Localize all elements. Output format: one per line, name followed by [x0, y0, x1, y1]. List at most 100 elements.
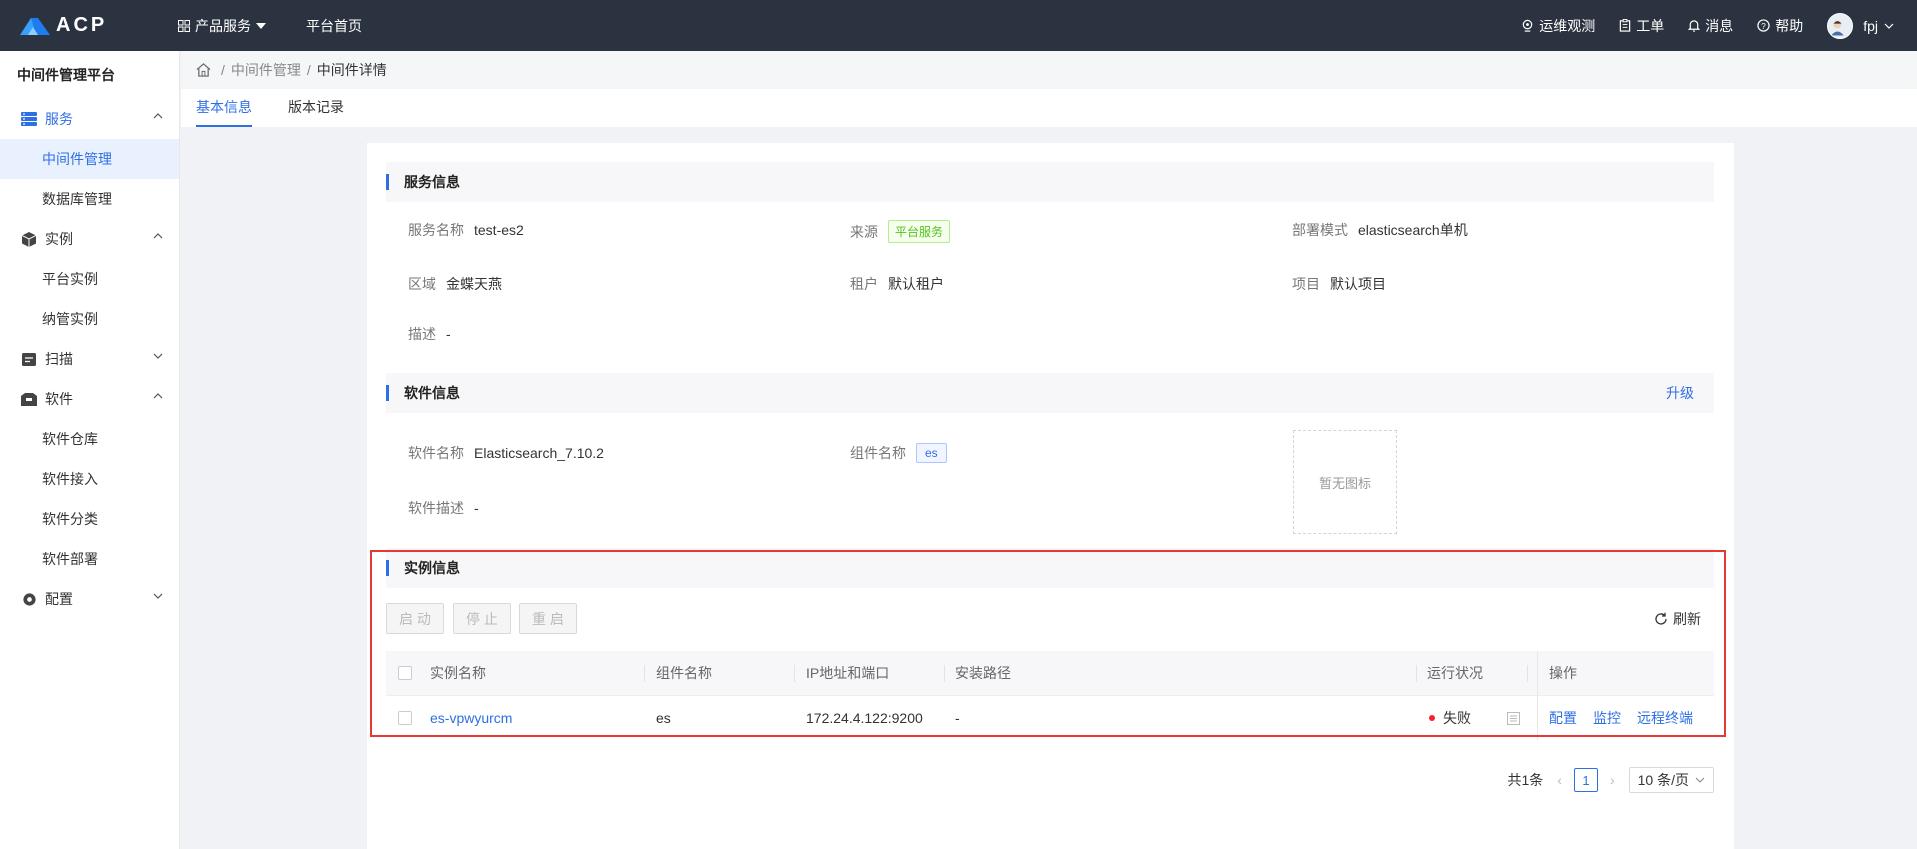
platform-home-link[interactable]: 平台首页: [306, 16, 362, 36]
username: fpj: [1863, 17, 1878, 34]
platform-home-label: 平台首页: [306, 17, 362, 34]
acp-logo-icon: [20, 17, 50, 35]
software-description-field: 软件描述 -: [408, 498, 479, 518]
product-services-menu[interactable]: 产品服务: [178, 16, 266, 36]
detail-tabs: 基本信息 版本记录: [181, 89, 1917, 127]
sidebar-group-label: 服务: [45, 111, 73, 127]
home-icon[interactable]: [196, 63, 211, 77]
project-field: 项目 默认项目: [1292, 274, 1386, 294]
section-accent-bar: [386, 174, 389, 190]
breadcrumb-separator: /: [306, 62, 311, 78]
component-tag: es: [916, 443, 947, 463]
field-value: -: [474, 500, 479, 516]
chevron-down-icon: [1695, 777, 1705, 783]
bell-icon: [1688, 20, 1701, 32]
detail-card: 服务信息 服务名称 test-es2 来源 平台服务 部署模式 elastics…: [367, 143, 1734, 849]
software-icon-placeholder: 暂无图标: [1293, 430, 1397, 534]
field-value: Elasticsearch_7.10.2: [474, 445, 604, 461]
sidebar-item-database[interactable]: 数据库管理: [0, 179, 179, 219]
field-label: 区域: [408, 276, 436, 292]
software-info-title: 软件信息: [404, 385, 460, 401]
help-icon: ?: [1757, 19, 1770, 32]
sidebar-item-software-access[interactable]: 软件接入: [0, 459, 179, 499]
sidebar-item-software-category[interactable]: 软件分类: [0, 499, 179, 539]
messages-link[interactable]: 消息: [1688, 16, 1733, 36]
next-page-icon[interactable]: ›: [1610, 772, 1615, 788]
chevron-up-icon: [153, 233, 163, 239]
help-link[interactable]: ? 帮助: [1757, 16, 1803, 36]
sidebar-group-instance[interactable]: 实例: [0, 219, 179, 259]
breadcrumb: / 中间件管理 / 中间件详情: [181, 51, 1917, 89]
scan-icon: [20, 350, 38, 368]
software-info-header: 软件信息 升级: [386, 373, 1714, 413]
prev-page-icon[interactable]: ‹: [1557, 772, 1562, 788]
chevron-up-icon: [153, 393, 163, 399]
breadcrumb-current: 中间件详情: [316, 62, 387, 78]
svg-text:?: ?: [1761, 21, 1766, 31]
sidebar-group-software[interactable]: 软件: [0, 379, 179, 419]
sidebar-group-label: 配置: [45, 591, 73, 607]
page-size-label: 10 条/页: [1637, 772, 1689, 788]
messages-label: 消息: [1705, 17, 1734, 34]
page-1-button[interactable]: 1: [1573, 768, 1598, 792]
sidebar-group-config[interactable]: 配置: [0, 579, 179, 619]
sidebar-group-scan[interactable]: 扫描: [0, 339, 179, 379]
chevron-up-icon: [153, 113, 163, 119]
breadcrumb-parent[interactable]: 中间件管理: [231, 60, 301, 80]
product-services-label: 产品服务: [195, 17, 251, 34]
sidebar-item-software-deploy[interactable]: 软件部署: [0, 539, 179, 579]
field-label: 描述: [408, 326, 436, 342]
deploy-mode-field: 部署模式 elasticsearch单机: [1292, 220, 1468, 240]
ticket-label: 工单: [1636, 17, 1665, 34]
service-info-title: 服务信息: [404, 174, 460, 190]
field-label: 来源: [850, 223, 878, 240]
page-size-select[interactable]: 10 条/页: [1628, 767, 1714, 793]
sidebar-group-label: 实例: [45, 231, 73, 247]
component-name-field: 组件名称 es: [850, 443, 947, 463]
grid-icon: [178, 19, 190, 32]
sidebar-group-service[interactable]: 服务: [0, 99, 179, 139]
source-field: 来源 平台服务: [850, 220, 951, 243]
acp-logo[interactable]: ACP: [20, 14, 156, 37]
service-info-header: 服务信息: [386, 162, 1714, 202]
sidebar-item-platform-instance[interactable]: 平台实例: [0, 259, 179, 299]
tenant-field: 租户 默认租户: [850, 274, 944, 294]
top-navbar: ACP 产品服务 平台首页 运维观测 工单 消息 ? 帮助 fpj: [0, 0, 1917, 51]
server-icon: [20, 110, 38, 128]
package-icon: [20, 390, 38, 408]
clipboard-icon: [1619, 19, 1631, 32]
software-name-field: 软件名称 Elasticsearch_7.10.2: [408, 443, 604, 463]
ops-observe-link[interactable]: 运维观测: [1521, 16, 1595, 36]
ops-observe-label: 运维观测: [1539, 17, 1596, 34]
sidebar-group-label: 扫描: [45, 351, 73, 367]
description-field: 描述 -: [408, 324, 451, 344]
user-menu[interactable]: fpj: [1827, 12, 1899, 39]
sidebar-item-middleware[interactable]: 中间件管理: [0, 139, 179, 179]
breadcrumb-separator: /: [221, 62, 225, 78]
field-value: 默认租户: [888, 276, 944, 292]
sidebar-item-managed-instance[interactable]: 纳管实例: [0, 299, 179, 339]
gear-icon: [20, 590, 38, 608]
avatar: [1827, 12, 1854, 39]
sidebar-title: 中间件管理平台: [17, 67, 115, 83]
field-label: 服务名称: [408, 222, 464, 238]
region-field: 区域 金蝶天燕: [408, 274, 502, 294]
service-name-field: 服务名称 test-es2: [408, 220, 524, 240]
sidebar-item-software-repo[interactable]: 软件仓库: [0, 419, 179, 459]
ticket-link[interactable]: 工单: [1619, 16, 1664, 36]
field-label: 部署模式: [1292, 222, 1348, 238]
instance-section-highlight: [370, 550, 1726, 737]
tab-version-history[interactable]: 版本记录: [288, 89, 344, 127]
tab-basic-info[interactable]: 基本信息: [196, 89, 252, 127]
chevron-down-icon: [1884, 23, 1894, 29]
upgrade-link[interactable]: 升级: [1666, 383, 1694, 403]
total-count: 共1条: [1507, 772, 1544, 788]
chevron-down-icon: [153, 353, 163, 359]
cube-icon: [20, 230, 38, 248]
field-label: 项目: [1292, 276, 1320, 292]
section-accent-bar: [386, 385, 389, 401]
logo-text: ACP: [56, 14, 108, 36]
observe-icon: [1522, 19, 1533, 32]
field-value: 默认项目: [1330, 276, 1386, 292]
field-label: 租户: [850, 276, 878, 292]
